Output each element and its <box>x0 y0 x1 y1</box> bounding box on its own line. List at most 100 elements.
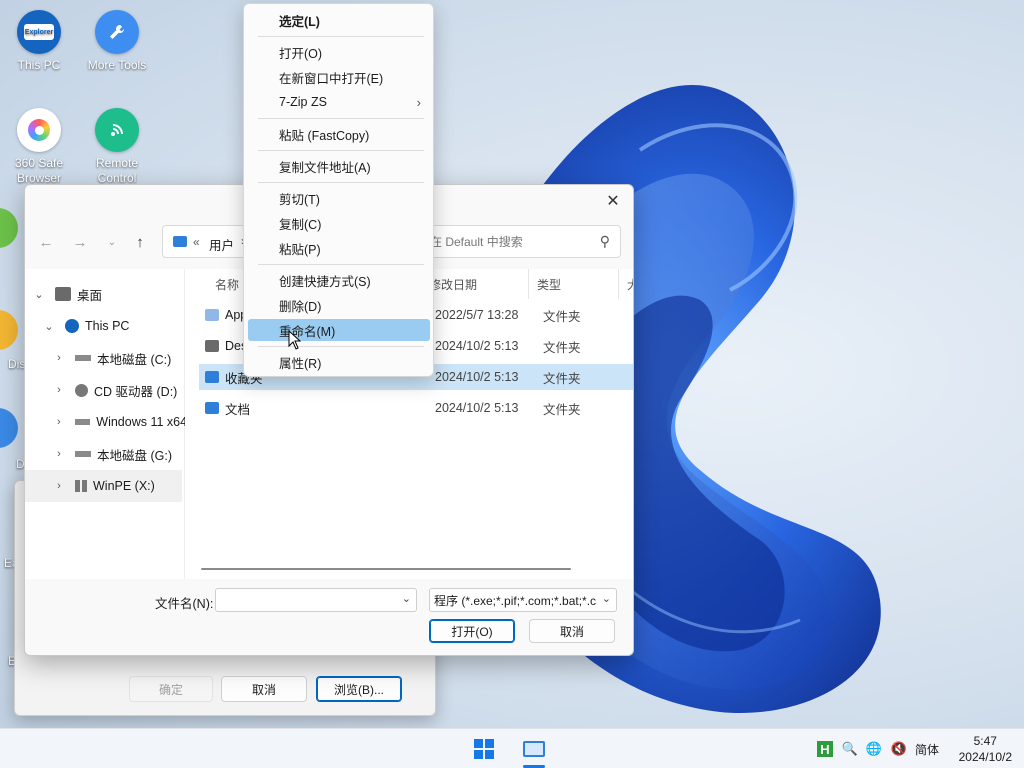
tree-item-label: 桌面 <box>77 288 103 303</box>
tree-item-label: Windows 11 x64 <box>96 415 186 429</box>
chevron-right-icon[interactable]: › <box>51 352 67 364</box>
tree-item-winpe[interactable]: › WinPE (X:) <box>25 470 182 502</box>
partial-label: Dis <box>8 357 26 371</box>
partial-green-icon[interactable] <box>0 208 18 248</box>
file-type: 文件夹 <box>543 340 581 355</box>
chevron-right-icon[interactable]: › <box>51 448 67 460</box>
open-button[interactable]: 打开(O) <box>429 619 515 643</box>
browse-button[interactable]: 浏览(B)... <box>316 676 402 702</box>
chevron-right-icon[interactable]: › <box>51 416 67 428</box>
tree-item-drive-g[interactable]: › 本地磁盘 (G:) <box>25 438 185 470</box>
horizontal-scrollbar[interactable] <box>201 568 571 570</box>
search-input[interactable]: 在 Default 中搜索 ⚲ <box>421 225 621 258</box>
volume-muted-icon[interactable]: 🔇 <box>889 739 909 759</box>
tree-item-drive-d[interactable]: › CD 驱动器 (D:) <box>25 374 185 406</box>
menu-item-delete[interactable]: 删除(D) <box>248 294 430 316</box>
filetype-select[interactable]: 程序 (*.exe;*.pif;*.com;*.bat;*.c ⌄ <box>429 588 617 612</box>
desktop-icon-remote-control[interactable]: Remote Control <box>81 108 153 186</box>
desktop-icon-label: More Tools <box>87 58 147 72</box>
start-button[interactable] <box>470 735 498 763</box>
desktop-icon-360-browser[interactable]: 360 Safe Browser <box>3 108 75 186</box>
desktop-icon-this-pc[interactable]: Explorer This PC <box>3 10 75 73</box>
tree-item-drive-c[interactable]: › 本地磁盘 (C:) <box>25 342 185 374</box>
menu-item-copy-path[interactable]: 复制文件地址(A) <box>248 155 430 177</box>
chevron-down-icon[interactable]: ⌄ <box>31 288 47 301</box>
browser-icon <box>17 108 61 152</box>
cancel-button[interactable]: 取消 <box>221 676 307 702</box>
menu-separator <box>258 36 424 37</box>
winpe-drive-icon <box>75 480 87 492</box>
chevron-down-icon[interactable]: ⌄ <box>601 592 611 605</box>
column-header-date[interactable]: 修改日期 <box>421 269 529 299</box>
favorites-folder-icon <box>205 371 219 383</box>
menu-item-select[interactable]: 选定(L) <box>248 9 430 31</box>
menu-separator <box>258 150 424 151</box>
clock-time: 5:47 <box>973 734 997 748</box>
menu-item-open-new-window[interactable]: 在新窗口中打开(E) <box>248 66 430 88</box>
partial-blue-icon[interactable] <box>0 408 18 448</box>
menu-separator <box>258 346 424 347</box>
drive-icon <box>74 419 91 425</box>
remote-control-icon <box>95 108 139 152</box>
ime-indicator[interactable]: 简体 <box>915 741 939 758</box>
up-arrow-icon[interactable]: ↑ <box>129 231 151 253</box>
tree-item-label: WinPE (X:) <box>93 479 155 493</box>
chevron-down-icon[interactable]: ⌄ <box>101 231 123 253</box>
menu-separator <box>258 182 424 183</box>
menu-item-cut[interactable]: 剪切(T) <box>248 187 430 209</box>
menu-item-copy[interactable]: 复制(C) <box>248 212 430 234</box>
file-type: 文件夹 <box>543 309 581 324</box>
chevron-down-icon[interactable]: ⌄ <box>41 320 57 333</box>
desktop-icon-label: Remote Control <box>95 156 139 185</box>
filename-input[interactable]: ⌄ <box>215 588 417 612</box>
back-arrow-icon[interactable]: ← <box>35 231 57 253</box>
filetype-value: 程序 (*.exe;*.pif;*.com;*.bat;*.c <box>434 593 597 608</box>
filename-label: 文件名(N): <box>155 597 214 611</box>
menu-item-7zip[interactable]: 7-Zip ZS › <box>248 91 430 113</box>
menu-item-paste[interactable]: 粘贴(P) <box>248 237 430 259</box>
menu-item-properties[interactable]: 属性(R) <box>248 351 430 373</box>
tree-item-label: CD 驱动器 (D:) <box>94 384 178 399</box>
network-globe-icon[interactable]: 🌐 <box>864 739 884 759</box>
file-row[interactable]: 文档 2024/10/2 5:13 文件夹 <box>199 395 633 421</box>
file-date: 2024/10/2 5:13 <box>435 401 519 415</box>
desktop-icon-more-tools[interactable]: More Tools <box>81 10 153 73</box>
forward-arrow-icon[interactable]: → <box>69 231 91 253</box>
wrench-icon <box>95 10 139 54</box>
taskbar-app-explorer[interactable] <box>520 735 548 763</box>
close-icon[interactable]: ✕ <box>601 189 625 213</box>
magnifier-icon[interactable]: 🔍 <box>840 739 860 759</box>
column-header-type[interactable]: 类型 <box>529 269 619 299</box>
column-header-size[interactable]: 大 <box>619 269 633 299</box>
chevron-down-icon[interactable]: ⌄ <box>402 592 411 605</box>
menu-item-paste-fastcopy[interactable]: 粘贴 (FastCopy) <box>248 123 430 145</box>
desktop-icon-label: 360 Safe Browser <box>14 156 64 185</box>
file-name: 文档 <box>225 402 251 417</box>
tree-item-desktop[interactable]: ⌄ 桌面 <box>25 278 185 310</box>
clock[interactable]: 5:47 2024/10/2 <box>959 733 1012 765</box>
breadcrumb-users[interactable]: 用户 <box>209 235 234 254</box>
partial-yellow-icon[interactable] <box>0 310 18 350</box>
tree-item-windows11[interactable]: › Windows 11 x64 <box>25 406 185 438</box>
breadcrumb-prefix: « <box>193 235 200 249</box>
search-icon: ⚲ <box>599 233 610 249</box>
ok-button[interactable]: 确定 <box>129 676 213 702</box>
file-type: 文件夹 <box>543 402 581 417</box>
menu-item-create-shortcut[interactable]: 创建快捷方式(S) <box>248 269 430 291</box>
cancel-button[interactable]: 取消 <box>529 619 615 643</box>
menu-item-rename[interactable]: 重命名(M) <box>248 319 430 341</box>
menu-item-open[interactable]: 打开(O) <box>248 41 430 63</box>
desktop-folder-icon <box>205 340 219 352</box>
chevron-right-icon[interactable]: › <box>51 384 67 396</box>
windows-logo-icon <box>474 739 494 759</box>
documents-folder-icon <box>205 402 219 414</box>
file-date: 2024/10/2 5:13 <box>435 339 519 353</box>
tree-item-this-pc[interactable]: ⌄ This PC <box>25 310 185 342</box>
tree-item-label: This PC <box>85 319 130 333</box>
taskbar: H 🔍 🌐 🔇 简体 5:47 2024/10/2 <box>0 728 1024 768</box>
drive-icon <box>75 451 91 457</box>
chevron-right-icon[interactable]: › <box>51 480 67 492</box>
file-date: 2024/10/2 5:13 <box>435 370 519 384</box>
chevron-right-icon: › <box>416 94 421 110</box>
hotkey-h-icon[interactable]: H <box>817 741 833 757</box>
